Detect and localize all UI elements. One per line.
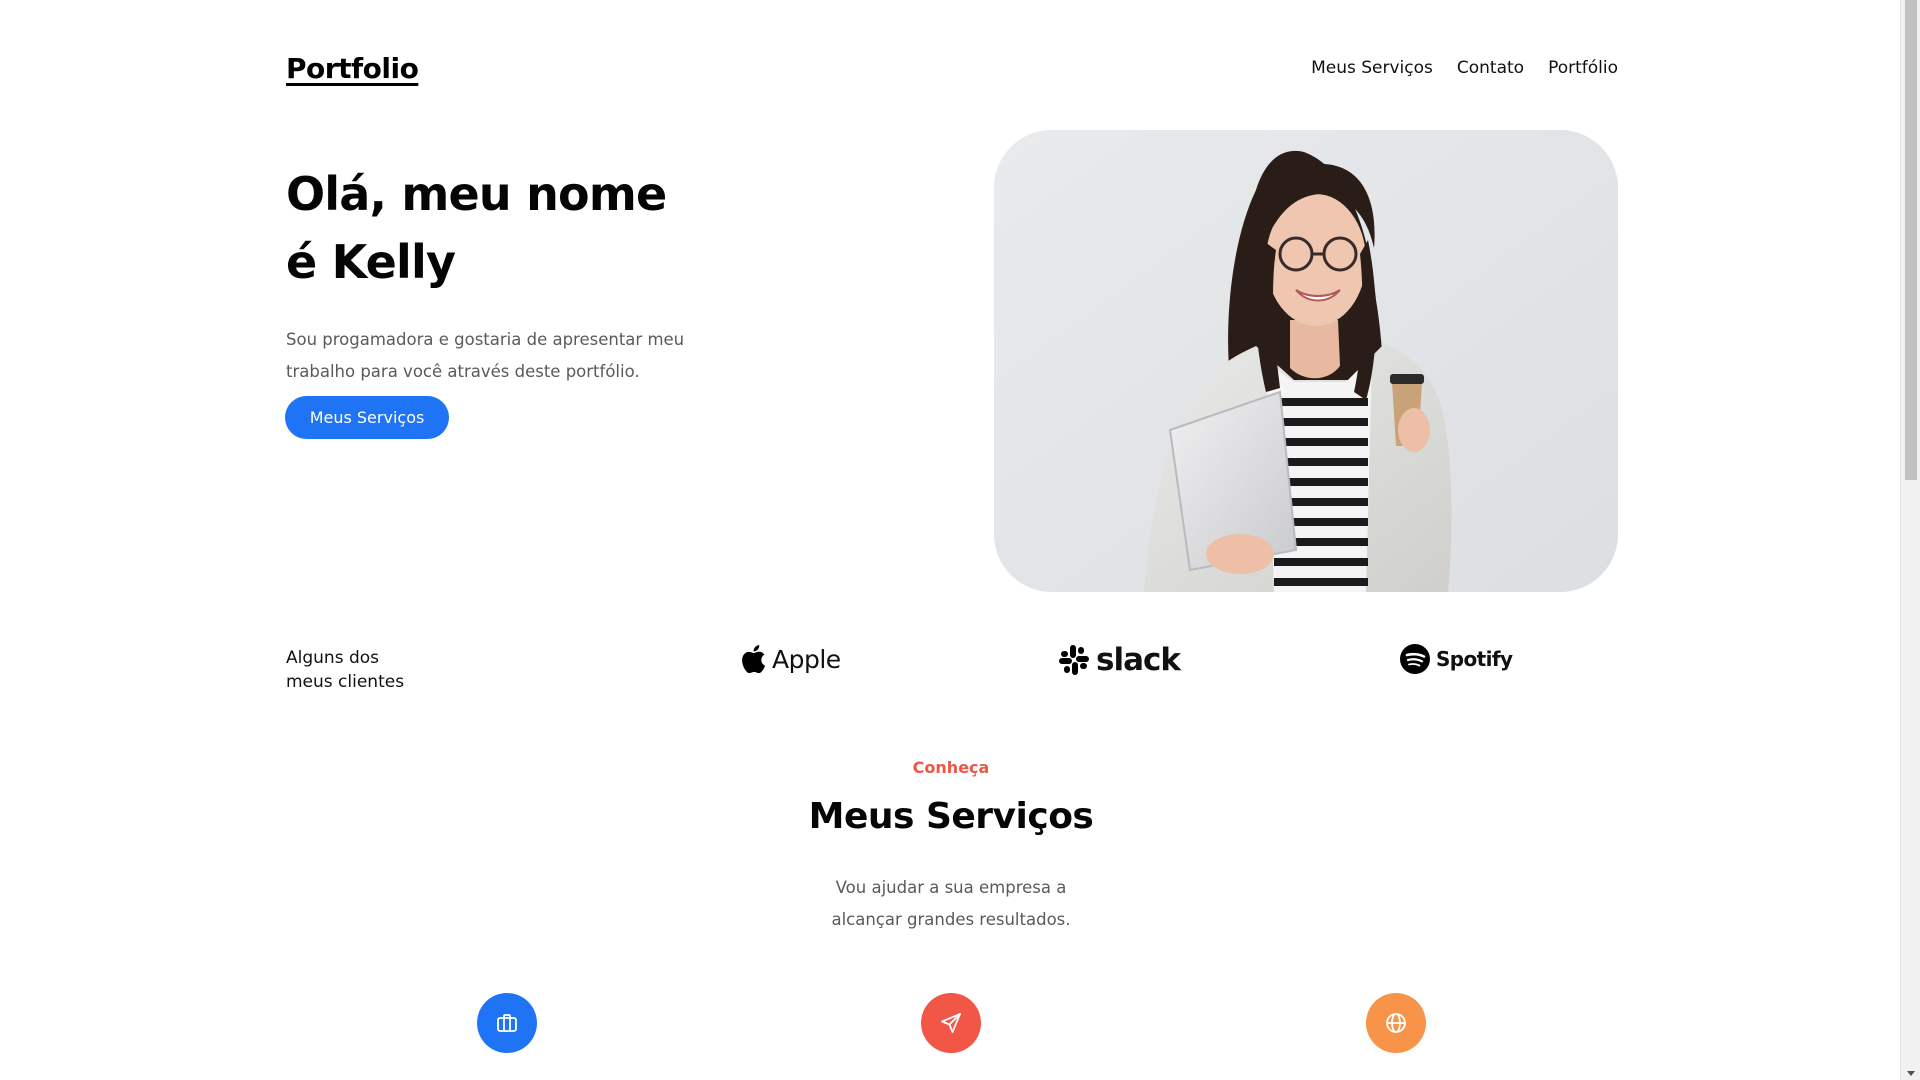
briefcase-icon [497, 1014, 517, 1032]
logo-link[interactable]: Portfolio [286, 52, 419, 85]
client-logo-apple: Apple [740, 644, 841, 674]
scroll-down-arrow-icon[interactable] [1907, 1071, 1915, 1076]
page-scrollbar[interactable] [1900, 0, 1920, 1080]
page: Portfolio Meus Serviços Contato Portfóli… [0, 0, 1920, 1080]
globe-icon [1386, 1013, 1406, 1033]
spotify-icon [1400, 644, 1430, 674]
main-nav: Meus Serviços Contato Portfólio [1311, 58, 1618, 78]
hero-description: Sou progamadora e gostaria de apresentar… [286, 330, 685, 381]
nav-link-services[interactable]: Meus Serviços [1311, 58, 1433, 78]
send-icon [941, 1013, 961, 1033]
services-kicker: Conheça [912, 758, 990, 777]
woman-photo-illustration [994, 130, 1618, 592]
header: Portfolio Meus Serviços Contato Portfóli… [286, 48, 1618, 88]
client-name-apple: Apple [772, 644, 841, 674]
services-description-line-1: Vou ajudar a sua empresa a [835, 878, 1067, 897]
service-card-1-icon [477, 993, 537, 1053]
clients-label-line-2: meus clientes [286, 672, 405, 692]
service-card-3-icon [1366, 993, 1426, 1053]
hero-photo [994, 130, 1618, 592]
hero-title: Olá, meu nome é Kelly [286, 160, 806, 296]
client-logo-slack: slack [1058, 642, 1181, 678]
service-card-2-icon [921, 993, 981, 1053]
hero-title-line-2: é Kelly [286, 235, 456, 289]
services-title: Meus Serviços [808, 796, 1094, 837]
nav-link-portfolio[interactable]: Portfólio [1548, 58, 1618, 78]
clients-label-line-1: Alguns dos [286, 648, 380, 668]
scrollbar-thumb[interactable] [1905, 0, 1917, 480]
client-name-slack: slack [1096, 642, 1181, 678]
nav-link-contact[interactable]: Contato [1457, 58, 1524, 78]
services-description: Vou ajudar a sua empresa a alcançar gran… [0, 872, 1902, 936]
client-logo-spotify: Spotify [1400, 644, 1513, 674]
apple-icon [742, 645, 766, 674]
client-name-spotify: Spotify [1436, 647, 1513, 671]
slack-icon [1059, 645, 1089, 675]
clients-label: Alguns dos meus clientes [286, 646, 404, 694]
services-description-line-2: alcançar grandes resultados. [831, 910, 1071, 929]
hero-title-line-1: Olá, meu nome [286, 167, 667, 221]
services-button[interactable]: Meus Serviços [285, 396, 449, 439]
